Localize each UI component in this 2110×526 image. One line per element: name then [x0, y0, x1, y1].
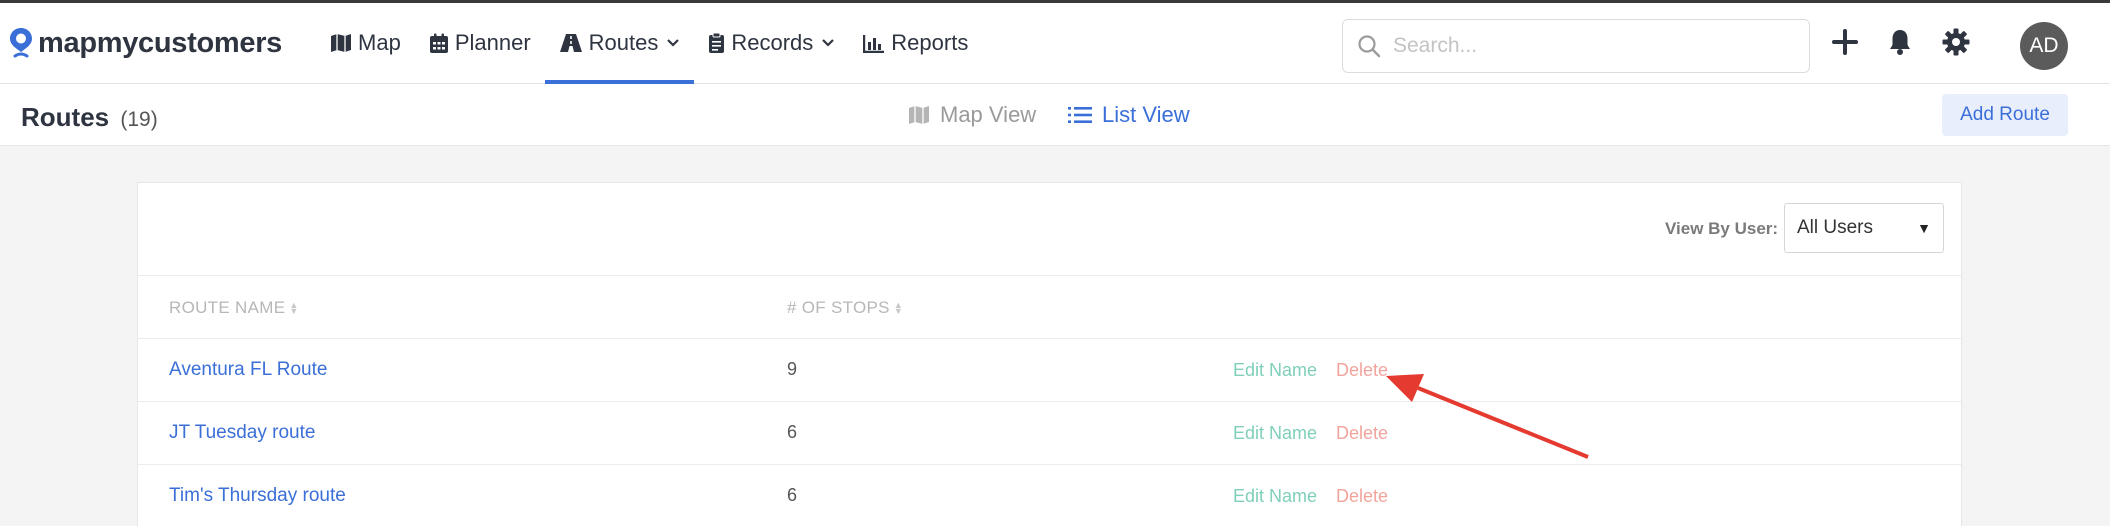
avatar[interactable]: AD	[2020, 22, 2068, 70]
delete-link[interactable]: Delete	[1336, 486, 1388, 507]
table-header: ROUTE NAME ▲ ▼ # OF STOPS ▲ ▼	[138, 275, 1961, 339]
route-name-link[interactable]: JT Tuesday route	[169, 422, 315, 444]
nav-item-label: Reports	[891, 30, 969, 55]
route-name-link[interactable]: Aventura FL Route	[169, 359, 327, 381]
column-header-label: # OF STOPS	[787, 298, 890, 317]
user-filter-select[interactable]: All Users ▼	[1784, 203, 1944, 253]
list-icon	[1068, 107, 1092, 123]
delete-link[interactable]: Delete	[1336, 423, 1388, 444]
sort-icon: ▲ ▼	[893, 300, 904, 316]
main-menu: Map Planner Routes Records Reports	[316, 3, 982, 84]
chevron-down-icon	[667, 39, 680, 47]
sort-icon: ▲ ▼	[289, 300, 299, 316]
table-row: JT Tuesday route 6 Edit Name Delete	[138, 402, 1961, 465]
location-pin-icon	[10, 28, 32, 58]
table-row: Aventura FL Route 9 Edit Name Delete	[138, 339, 1961, 402]
add-route-button[interactable]: Add Route	[1942, 94, 2068, 136]
page-title: Routes (19)	[21, 102, 158, 133]
nav-item-routes[interactable]: Routes	[544, 3, 695, 84]
column-header-label: ROUTE NAME	[169, 298, 286, 317]
table-row: Tim's Thursday route 6 Edit Name Delete	[138, 465, 1961, 526]
nav-item-label: Planner	[454, 30, 531, 55]
edit-name-link[interactable]: Edit Name	[1233, 360, 1317, 381]
plus-icon[interactable]	[1832, 29, 1858, 55]
nav-item-label: Map	[358, 30, 401, 55]
bar-chart-icon	[863, 34, 885, 53]
nav-item-map[interactable]: Map	[316, 3, 415, 83]
route-name-link[interactable]: Tim's Thursday route	[169, 485, 346, 507]
edit-name-link[interactable]: Edit Name	[1233, 486, 1317, 507]
map-icon	[909, 106, 929, 124]
chevron-down-icon	[822, 39, 835, 47]
page-header: Routes (19) Map View List View Add Route	[0, 84, 2110, 146]
edit-name-link[interactable]: Edit Name	[1233, 423, 1317, 444]
caret-down-icon: ▼	[1917, 220, 1931, 236]
clipboard-icon	[709, 32, 725, 53]
gear-icon[interactable]	[1942, 28, 1970, 56]
user-filter-value: All Users	[1797, 217, 1874, 238]
column-header-stops[interactable]: # OF STOPS ▲ ▼	[787, 298, 903, 318]
stops-count: 6	[787, 485, 798, 505]
map-view-toggle[interactable]: Map View	[908, 102, 1036, 128]
stops-count: 6	[787, 422, 798, 442]
nav-item-planner[interactable]: Planner	[415, 3, 545, 83]
nav-item-label: Records	[731, 30, 814, 55]
bell-icon[interactable]	[1888, 28, 1912, 56]
view-by-user-label: View By User:	[1665, 219, 1779, 238]
top-navigation-bar: mapmycustomers Map Planner Routes Record…	[0, 0, 2110, 84]
nav-item-records[interactable]: Records	[694, 3, 849, 83]
map-icon	[331, 34, 352, 52]
nav-item-reports[interactable]: Reports	[849, 3, 982, 83]
map-view-label: Map View	[940, 102, 1037, 127]
search-icon	[1358, 35, 1381, 58]
routes-list-card: View By User: All Users ▼ ROUTE NAME ▲ ▼ …	[137, 182, 1962, 526]
page-title-text: Routes	[21, 102, 110, 132]
route-icon	[559, 34, 582, 52]
stops-count: 9	[787, 359, 798, 379]
route-count: (19)	[120, 108, 158, 131]
calendar-icon	[429, 33, 448, 53]
search-input[interactable]	[1393, 34, 1793, 58]
column-header-route-name[interactable]: ROUTE NAME ▲ ▼	[169, 298, 299, 318]
list-view-toggle[interactable]: List View	[1068, 102, 1190, 128]
list-view-label: List View	[1102, 102, 1190, 127]
delete-link[interactable]: Delete	[1336, 360, 1388, 381]
brand-name: mapmycustomers	[38, 26, 283, 59]
nav-item-label: Routes	[588, 30, 659, 55]
logo[interactable]: mapmycustomers	[8, 3, 282, 83]
search-box	[1342, 19, 1810, 73]
